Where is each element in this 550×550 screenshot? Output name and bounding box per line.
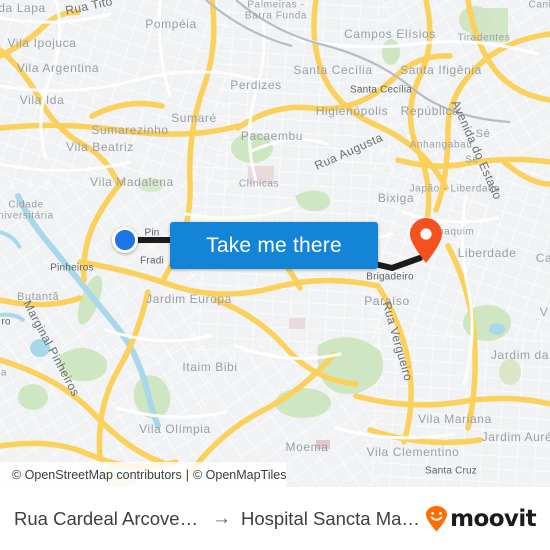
destination-marker[interactable]	[408, 218, 444, 264]
attribution-openmaptiles[interactable]: © OpenMapTiles	[193, 468, 287, 482]
map-canvas[interactable]: da Lapa Rua Tito Pompéia Palmeiras - Barra F…	[0, 0, 550, 487]
moovit-trip-map-screen: da Lapa Rua Tito Pompéia Palmeiras - Barra F…	[0, 0, 550, 550]
moovit-pin-icon	[426, 505, 448, 531]
take-me-there-label: Take me there	[206, 233, 342, 257]
origin-marker[interactable]	[112, 227, 138, 253]
trip-summary: Rua Cardeal Arcoverde -… → Hospital Sanc…	[14, 508, 425, 530]
take-me-there-button[interactable]: Take me there	[170, 222, 378, 269]
attribution-osm[interactable]: © OpenStreetMap contributors	[12, 468, 182, 482]
moovit-logo[interactable]: moovit	[425, 505, 537, 532]
trip-destination-label[interactable]: Hospital Sancta Maggio…	[241, 508, 425, 530]
trip-footer-bar: Rua Cardeal Arcoverde -… → Hospital Sanc…	[0, 487, 550, 550]
moovit-wordmark: moovit	[450, 505, 536, 532]
arrow-right-icon: →	[212, 507, 231, 529]
map-attribution: © OpenStreetMap contributors | © OpenMap…	[0, 462, 287, 487]
attribution-separator: |	[185, 467, 189, 482]
trip-origin-label[interactable]: Rua Cardeal Arcoverde -…	[14, 508, 202, 530]
